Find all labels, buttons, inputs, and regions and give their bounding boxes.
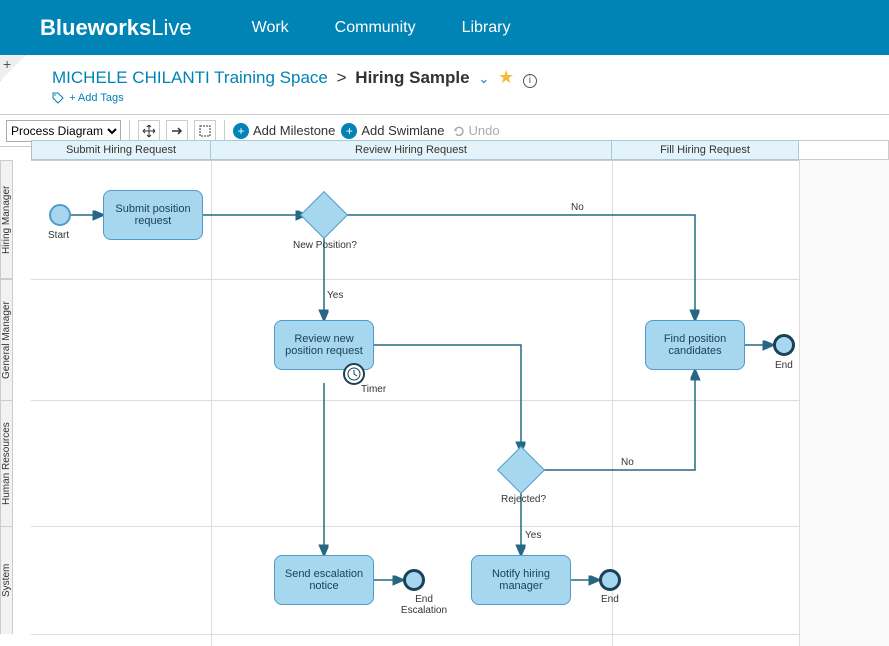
top-navbar: BlueworksLive Work Community Library xyxy=(0,0,889,55)
diagram-canvas[interactable]: Submit Hiring Request Review Hiring Requ… xyxy=(0,140,889,646)
timer-event[interactable] xyxy=(343,363,365,385)
marquee-tool-button[interactable] xyxy=(194,120,216,142)
milestone-col-2[interactable]: Review Hiring Request xyxy=(211,140,612,160)
gateway-new-position-label: New Position? xyxy=(293,240,357,251)
grid-line xyxy=(31,526,799,527)
flow-label-yes: Yes xyxy=(327,290,343,301)
grid-line xyxy=(799,160,800,646)
end-event-notify[interactable] xyxy=(599,569,621,591)
lane-hiring-manager[interactable]: Hiring Manager xyxy=(0,160,13,279)
undo-button[interactable]: Undo xyxy=(451,123,500,138)
chevron-down-icon[interactable]: ⌄ xyxy=(478,71,489,86)
canvas[interactable]: Start Submit position request New Positi… xyxy=(31,160,889,646)
add-tab-button[interactable]: + xyxy=(0,55,26,81)
flow-label-yes-2: Yes xyxy=(525,530,541,541)
milestone-col-empty xyxy=(799,140,889,160)
move-icon xyxy=(142,124,156,138)
breadcrumb-sep: > xyxy=(337,68,347,87)
separator xyxy=(129,120,130,142)
add-milestone-button[interactable]: +Add Milestone xyxy=(233,123,335,139)
breadcrumb: MICHELE CHILANTI Training Space > Hiring… xyxy=(52,67,889,88)
grid-line xyxy=(31,160,799,161)
breadcrumb-parent[interactable]: MICHELE CHILANTI Training Space xyxy=(52,68,328,87)
swimlane-labels: Hiring Manager General Manager Human Res… xyxy=(0,160,31,646)
gateway-new-position[interactable] xyxy=(300,191,348,239)
grid-line xyxy=(31,400,799,401)
app-logo: BlueworksLive xyxy=(40,15,192,41)
end-find-label: End xyxy=(775,360,793,371)
lane-general-manager[interactable]: General Manager xyxy=(0,279,13,400)
grid-line xyxy=(31,279,799,280)
grid-line xyxy=(31,634,799,635)
task-find-candidates[interactable]: Find position candidates xyxy=(645,320,745,370)
view-select[interactable]: Process Diagram xyxy=(6,120,121,142)
nav-community[interactable]: Community xyxy=(335,19,416,37)
marquee-icon xyxy=(198,124,212,138)
undo-icon xyxy=(451,124,465,138)
start-label: Start xyxy=(48,230,69,241)
plus-icon: + xyxy=(341,123,357,139)
separator xyxy=(224,120,225,142)
gateway-rejected-label: Rejected? xyxy=(501,494,546,505)
start-event[interactable] xyxy=(49,204,71,226)
main-nav: Work Community Library xyxy=(252,19,511,37)
milestone-header: Submit Hiring Request Review Hiring Requ… xyxy=(31,140,889,160)
move-tool-button[interactable] xyxy=(138,120,160,142)
end-event-escalation[interactable] xyxy=(403,569,425,591)
end-escalation-label: End Escalation xyxy=(394,594,454,616)
flow-label-no-2: No xyxy=(621,457,634,468)
info-icon[interactable]: i xyxy=(523,74,537,88)
milestone-col-3[interactable]: Fill Hiring Request xyxy=(612,140,799,160)
grid-line xyxy=(211,160,212,646)
arrow-right-icon xyxy=(170,124,184,138)
tag-icon xyxy=(52,92,64,104)
end-notify-label: End xyxy=(601,594,619,605)
add-swimlane-button[interactable]: +Add Swimlane xyxy=(341,123,444,139)
page-title: Hiring Sample xyxy=(355,68,469,87)
plus-icon: + xyxy=(233,123,249,139)
task-notify-hiring-manager[interactable]: Notify hiring manager xyxy=(471,555,571,605)
task-send-escalation[interactable]: Send escalation notice xyxy=(274,555,374,605)
end-event-find[interactable] xyxy=(773,334,795,356)
lane-human-resources[interactable]: Human Resources xyxy=(0,400,13,526)
lane-system[interactable]: System xyxy=(0,526,13,634)
grid-empty-area xyxy=(799,160,889,646)
task-submit-position-request[interactable]: Submit position request xyxy=(103,190,203,240)
clock-icon xyxy=(345,365,363,383)
star-icon[interactable]: ★ xyxy=(498,67,514,87)
arrow-tool-button[interactable] xyxy=(166,120,188,142)
timer-label: Timer xyxy=(361,384,386,395)
gateway-rejected[interactable] xyxy=(497,446,545,494)
task-review-new-position[interactable]: Review new position request xyxy=(274,320,374,370)
flow-label-no: No xyxy=(571,202,584,213)
breadcrumb-row: + MICHELE CHILANTI Training Space > Hiri… xyxy=(0,55,889,108)
nav-work[interactable]: Work xyxy=(252,19,289,37)
add-tags-link[interactable]: + Add Tags xyxy=(52,92,889,104)
plus-icon: + xyxy=(3,56,11,72)
milestone-col-1[interactable]: Submit Hiring Request xyxy=(31,140,211,160)
nav-library[interactable]: Library xyxy=(462,19,511,37)
